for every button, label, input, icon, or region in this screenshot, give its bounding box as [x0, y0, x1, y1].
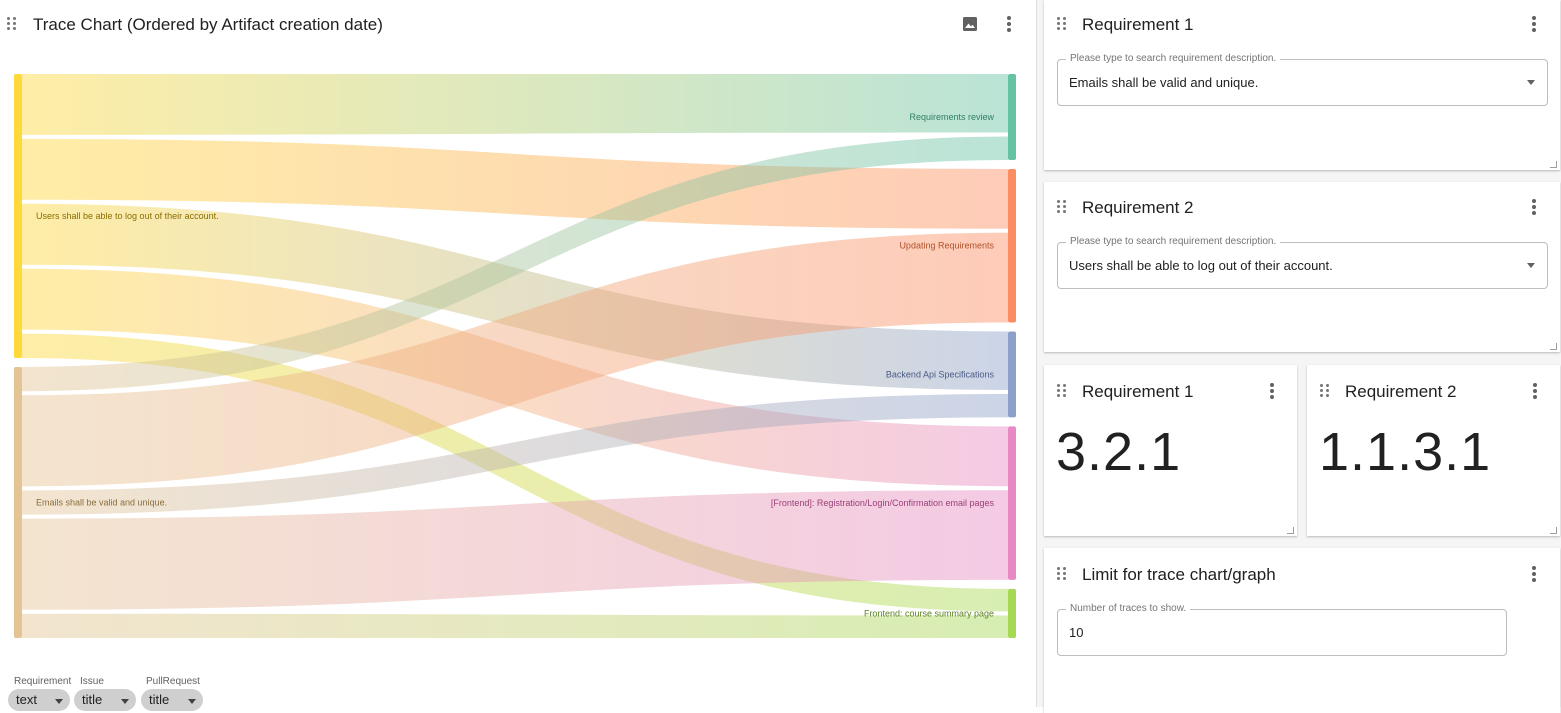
sankey-node-label: Frontend: course summary page	[864, 608, 994, 618]
sankey-node-requirements-review[interactable]	[1008, 74, 1016, 160]
requirement-2-number-card: Requirement 2 1.1.3.1	[1307, 365, 1560, 536]
sankey-node-label: [Frontend]: Registration/Login/Confirmat…	[771, 498, 995, 508]
trace-chart-panel: Trace Chart (Ordered by Artifact creatio…	[0, 0, 1036, 711]
sankey-node-frontend-course-summary-page[interactable]	[1008, 588, 1016, 638]
field-label: Please type to search requirement descri…	[1066, 53, 1281, 64]
chart-menu-icon[interactable]	[1006, 16, 1012, 32]
dropdown-arrow-icon	[188, 699, 196, 704]
requirement-selector-label: Requirement	[14, 676, 72, 687]
sankey-node-label: Emails shall be valid and unique.	[36, 497, 167, 507]
drag-handle-icon[interactable]	[1057, 17, 1067, 31]
pullrequest-field-select[interactable]: title	[141, 689, 203, 711]
drag-handle-icon[interactable]	[1320, 384, 1330, 398]
chart-title: Trace Chart (Ordered by Artifact creatio…	[33, 15, 383, 34]
card-title: Limit for trace chart/graph	[1082, 565, 1276, 584]
requirement-1-search-select[interactable]: Please type to search requirement descri…	[1057, 53, 1548, 106]
resize-handle-icon[interactable]	[1550, 527, 1557, 534]
issue-field-select[interactable]: title	[74, 689, 136, 711]
field-value[interactable]: 10	[1069, 625, 1083, 640]
card-menu-icon[interactable]	[1269, 383, 1275, 399]
trace-limit-input[interactable]: Number of traces to show. 10	[1057, 603, 1507, 656]
dropdown-arrow-icon[interactable]	[1527, 80, 1535, 85]
issue-selector-label: Issue	[80, 676, 104, 687]
requirement-field-value: text	[16, 692, 37, 707]
dropdown-arrow-icon[interactable]	[1527, 263, 1535, 268]
issue-field-value: title	[82, 692, 103, 707]
card-menu-icon[interactable]	[1531, 16, 1537, 32]
pullrequest-field-value: title	[149, 692, 170, 707]
card-title: Requirement 1	[1082, 15, 1194, 34]
sankey-node-label: Requirements review	[909, 112, 994, 122]
drag-handle-icon[interactable]	[7, 17, 17, 31]
sankey-node-frontend-registration-login-confirmation-email-pages[interactable]	[1008, 426, 1016, 580]
field-value: Users shall be able to log out of their …	[1069, 258, 1333, 273]
dropdown-arrow-icon	[55, 699, 63, 704]
requirement-2-search-select[interactable]: Please type to search requirement descri…	[1057, 236, 1548, 289]
drag-handle-icon[interactable]	[1057, 384, 1067, 398]
drag-handle-icon[interactable]	[1057, 567, 1067, 581]
sankey-chart: Users shall be able to log out of their …	[14, 74, 1016, 638]
card-menu-icon[interactable]	[1532, 383, 1538, 399]
dropdown-arrow-icon	[121, 699, 129, 704]
sankey-node-label: Users shall be able to log out of their …	[36, 211, 219, 221]
sankey-node-users-shall-be-able-to-log-out-of-their-account[interactable]	[14, 74, 22, 358]
resize-handle-icon[interactable]	[1287, 527, 1294, 534]
sankey-node-backend-api-specifications[interactable]	[1008, 331, 1016, 418]
card-menu-icon[interactable]	[1531, 199, 1537, 215]
sankey-node-label: Updating Requirements	[899, 241, 994, 251]
trace-limit-card: Limit for trace chart/graph Number of tr…	[1044, 548, 1560, 713]
resize-handle-icon[interactable]	[1550, 161, 1557, 168]
sankey-node-label: Backend Api Specifications	[886, 369, 995, 379]
right-column: Requirement 1 Please type to search requ…	[1037, 0, 1561, 713]
sankey-link-emails-shall-be-vali-to-frontend-course-summary-[interactable]	[22, 613, 1008, 638]
resize-handle-icon[interactable]	[1550, 343, 1557, 350]
requirement-2-card: Requirement 2 Please type to search requ…	[1044, 182, 1560, 352]
requirement-field-select[interactable]: text	[8, 689, 70, 711]
card-title: Requirement 2	[1082, 198, 1194, 217]
requirement-2-number: 1.1.3.1	[1319, 422, 1492, 482]
card-title: Requirement 2	[1345, 382, 1457, 401]
pullrequest-selector-label: PullRequest	[146, 676, 200, 687]
requirement-1-card: Requirement 1 Please type to search requ…	[1044, 0, 1560, 170]
field-label: Number of traces to show.	[1066, 603, 1191, 614]
field-value: Emails shall be valid and unique.	[1069, 75, 1259, 90]
sankey-node-updating-requirements[interactable]	[1008, 168, 1016, 323]
drag-handle-icon[interactable]	[1057, 200, 1067, 214]
sankey-node-emails-shall-be-valid-and-unique[interactable]	[14, 366, 22, 638]
field-label: Please type to search requirement descri…	[1066, 236, 1281, 247]
requirement-1-number-card: Requirement 1 3.2.1	[1044, 365, 1297, 536]
image-icon[interactable]	[962, 16, 978, 32]
card-menu-icon[interactable]	[1531, 566, 1537, 582]
requirement-1-number: 3.2.1	[1056, 422, 1182, 482]
card-title: Requirement 1	[1082, 382, 1194, 401]
sankey-link-users-shall-be-able--to-requirements-review[interactable]	[22, 74, 1008, 135]
